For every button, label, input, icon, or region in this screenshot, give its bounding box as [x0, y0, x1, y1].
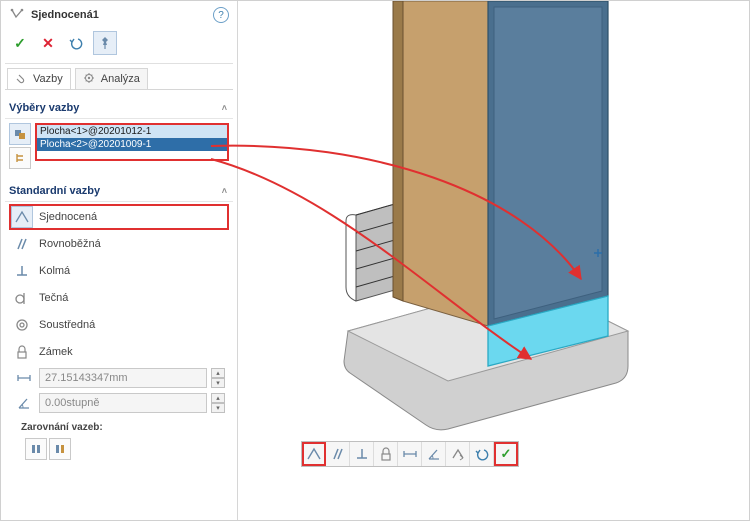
selection-mode-button[interactable] — [9, 123, 31, 145]
tab-mates-label: Vazby — [33, 73, 63, 85]
section-standard-label: Standardní vazby — [9, 185, 100, 197]
parallel-icon — [11, 233, 33, 255]
alignment-label: Zarovnání vazeb: — [9, 416, 229, 435]
section-selections-header[interactable]: Výběry vazby — [5, 96, 233, 119]
clip-icon — [15, 72, 29, 86]
mate-coincident[interactable]: Sjednocená — [9, 204, 229, 230]
ctx-lock[interactable] — [374, 442, 398, 466]
selection-list[interactable]: Plocha<1>@20201012-1 Plocha<2>@20201009-… — [35, 123, 229, 161]
mate-perpendicular-label: Kolmá — [39, 265, 70, 277]
mate-tangent-label: Tečná — [39, 292, 68, 304]
context-mate-toolbar: ✓ — [301, 441, 519, 467]
tab-mates[interactable]: Vazby — [7, 68, 71, 89]
mate-property-panel: Sjednocená1 ? ✓ ✕ Vazby Analýza Výběry v… — [1, 1, 238, 520]
ctx-flip[interactable] — [446, 442, 470, 466]
pin-button[interactable] — [93, 31, 117, 55]
align-same-button[interactable] — [25, 438, 47, 460]
concentric-icon — [11, 314, 33, 336]
section-selections-label: Výběry vazby — [9, 102, 79, 114]
selection-item[interactable]: Plocha<1>@20201012-1 — [37, 125, 227, 138]
distance-field[interactable] — [39, 368, 207, 388]
tab-row: Vazby Analýza — [5, 64, 233, 90]
spin-up[interactable]: ▴ — [211, 393, 225, 403]
mate-coincident-label: Sjednocená — [39, 211, 97, 223]
angle-field[interactable] — [39, 393, 207, 413]
tab-analysis[interactable]: Analýza — [75, 68, 148, 89]
multi-mate-button[interactable] — [9, 147, 31, 169]
command-row: ✓ ✕ — [5, 29, 233, 64]
mate-lock[interactable]: Zámek — [9, 339, 229, 365]
spin-down[interactable]: ▾ — [211, 378, 225, 388]
chevron-up-icon — [222, 186, 227, 196]
mate-parallel[interactable]: Rovnoběžná — [9, 231, 229, 257]
coincident-icon — [11, 206, 33, 228]
distance-row: ▴▾ — [9, 366, 229, 390]
tab-analysis-label: Analýza — [101, 73, 140, 85]
gear-icon — [83, 72, 97, 86]
mate-concentric-label: Soustředná — [39, 319, 95, 331]
ctx-coincident[interactable] — [302, 442, 326, 466]
angle-row: ▴▾ — [9, 391, 229, 415]
ctx-ok[interactable]: ✓ — [494, 442, 518, 466]
spin-down[interactable]: ▾ — [211, 403, 225, 413]
angle-icon — [13, 392, 35, 414]
perpendicular-icon — [11, 260, 33, 282]
chevron-up-icon — [222, 103, 227, 113]
selection-item[interactable]: Plocha<2>@20201009-1 — [37, 138, 227, 151]
section-standard-header[interactable]: Standardní vazby — [5, 179, 233, 202]
ctx-parallel[interactable] — [326, 442, 350, 466]
cancel-button[interactable]: ✕ — [37, 32, 59, 54]
ctx-perpendicular[interactable] — [350, 442, 374, 466]
align-flip-button[interactable] — [49, 438, 71, 460]
ctx-distance[interactable] — [398, 442, 422, 466]
mate-parallel-label: Rovnoběžná — [39, 238, 101, 250]
panel-title: Sjednocená1 — [31, 9, 207, 21]
ctx-undo[interactable] — [470, 442, 494, 466]
mate-perpendicular[interactable]: Kolmá — [9, 258, 229, 284]
spin-up[interactable]: ▴ — [211, 368, 225, 378]
mate-icon — [9, 7, 25, 23]
lock-icon — [11, 341, 33, 363]
undo-button[interactable] — [65, 32, 87, 54]
ok-button[interactable]: ✓ — [9, 32, 31, 54]
mate-tangent[interactable]: Tečná — [9, 285, 229, 311]
mate-lock-label: Zámek — [39, 346, 73, 358]
distance-icon — [13, 367, 35, 389]
help-icon[interactable]: ? — [213, 7, 229, 23]
ctx-angle[interactable] — [422, 442, 446, 466]
tangent-icon — [11, 287, 33, 309]
mate-concentric[interactable]: Soustředná — [9, 312, 229, 338]
